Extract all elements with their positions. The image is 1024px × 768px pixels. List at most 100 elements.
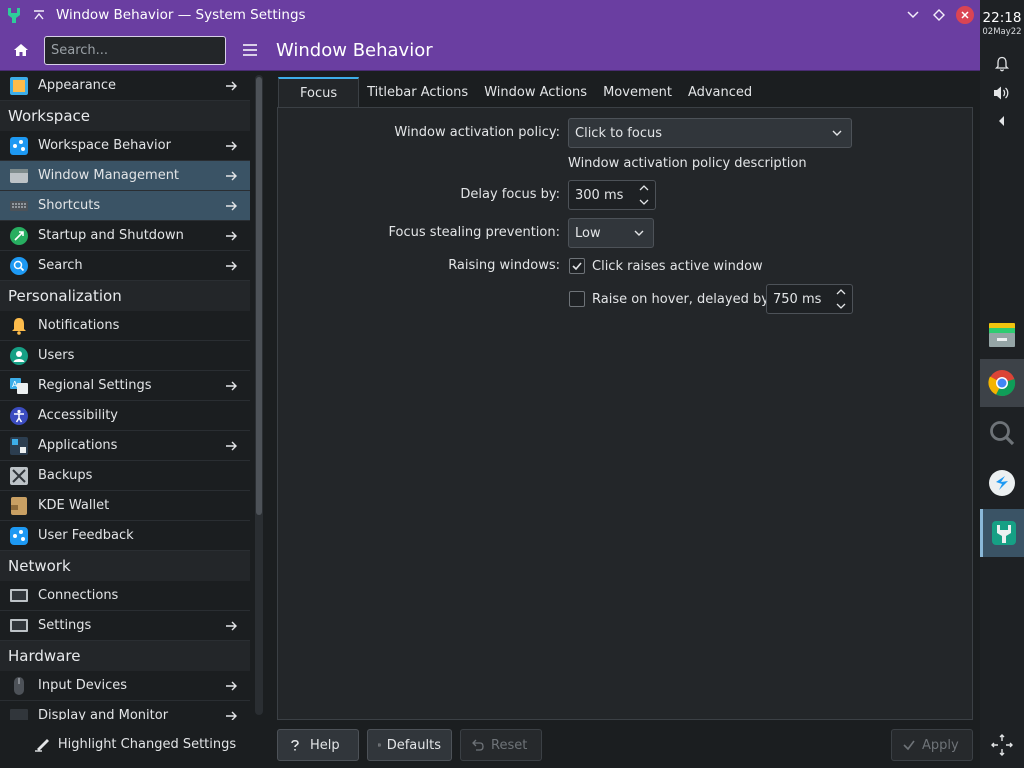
notifications-tray-icon[interactable] bbox=[980, 50, 1024, 78]
sidebar-item-display-monitor[interactable]: Display and Monitor bbox=[0, 701, 250, 720]
sidebar-item-kde-wallet[interactable]: KDE Wallet bbox=[0, 491, 250, 521]
krunner-search-task-icon[interactable] bbox=[980, 409, 1024, 457]
highlighter-icon bbox=[34, 739, 49, 752]
expand-tray-icon[interactable] bbox=[980, 107, 1024, 135]
feedback-icon bbox=[8, 525, 30, 547]
sidebar-item-workspace-behavior[interactable]: Workspace Behavior bbox=[0, 131, 250, 161]
category-network: Network bbox=[0, 551, 250, 581]
sidebar-item-network-settings[interactable]: Settings bbox=[0, 611, 250, 641]
tab-movement[interactable]: Movement bbox=[595, 77, 680, 108]
desktop-panel: 22:18 02May22 bbox=[980, 0, 1024, 768]
system-settings-task-icon[interactable] bbox=[980, 509, 1024, 557]
appearance-icon bbox=[8, 75, 30, 97]
chrome-task-icon[interactable] bbox=[980, 359, 1024, 407]
activation-policy-description: Window activation policy description bbox=[568, 156, 807, 171]
home-button[interactable] bbox=[6, 35, 36, 65]
menu-icon[interactable] bbox=[236, 35, 264, 65]
close-button[interactable] bbox=[956, 6, 974, 24]
tab-advanced[interactable]: Advanced bbox=[680, 77, 760, 108]
search-field[interactable] bbox=[44, 35, 226, 65]
user-icon bbox=[8, 345, 30, 367]
wallet-icon bbox=[8, 495, 30, 517]
spin-arrows-icon[interactable] bbox=[834, 288, 848, 310]
activation-policy-combo[interactable]: Click to focus bbox=[568, 118, 852, 148]
tab-focus[interactable]: Focus bbox=[278, 77, 360, 108]
help-icon bbox=[291, 739, 299, 751]
sidebar-item-shortcuts[interactable]: Shortcuts bbox=[0, 191, 250, 221]
raise-hover-checkbox[interactable] bbox=[569, 291, 585, 307]
volume-tray-icon[interactable] bbox=[980, 79, 1024, 107]
bell-icon bbox=[8, 315, 30, 337]
sidebar-item-regional-settings[interactable]: A Regional Settings bbox=[0, 371, 250, 401]
digital-clock[interactable]: 22:18 02May22 bbox=[980, 10, 1024, 37]
network-settings-icon bbox=[8, 615, 30, 637]
applications-icon bbox=[8, 435, 30, 457]
click-raises-checkbox[interactable] bbox=[569, 258, 585, 274]
sidebar-item-connections[interactable]: Connections bbox=[0, 581, 250, 611]
sidebar-item-applications[interactable]: Applications bbox=[0, 431, 250, 461]
rocket-icon bbox=[8, 225, 30, 247]
apply-button[interactable]: Apply bbox=[891, 729, 973, 761]
category-hardware: Hardware bbox=[0, 641, 250, 671]
svg-text:A: A bbox=[12, 380, 18, 389]
raising-windows-label: Raising windows: bbox=[448, 258, 560, 273]
tab-titlebar-actions[interactable]: Titlebar Actions bbox=[359, 77, 476, 108]
undo-icon bbox=[472, 739, 484, 751]
sidebar-item-startup-shutdown[interactable]: Startup and Shutdown bbox=[0, 221, 250, 251]
sidebar-item-window-management[interactable]: Window Management bbox=[0, 161, 250, 191]
delay-focus-spinbox[interactable]: 300 ms bbox=[568, 180, 656, 210]
search-icon bbox=[8, 255, 30, 277]
tab-bar: Focus Titlebar Actions Window Actions Mo… bbox=[278, 77, 760, 108]
spin-arrows-icon[interactable] bbox=[637, 184, 651, 206]
accessibility-icon bbox=[8, 405, 30, 427]
sidebar-item-user-feedback[interactable]: User Feedback bbox=[0, 521, 250, 551]
activation-policy-label: Window activation policy: bbox=[394, 125, 560, 140]
sidebar-item-backups[interactable]: Backups bbox=[0, 461, 250, 491]
window-titlebar[interactable]: Window Behavior — System Settings bbox=[0, 0, 980, 30]
click-raises-label: Click raises active window bbox=[592, 258, 763, 274]
language-icon: A bbox=[8, 375, 30, 397]
arrow-right-icon bbox=[220, 620, 242, 632]
checkmark-icon bbox=[572, 262, 582, 271]
chevron-down-icon bbox=[832, 130, 842, 136]
sidebar-item-search[interactable]: Search bbox=[0, 251, 250, 281]
files-task-icon[interactable] bbox=[980, 310, 1024, 358]
focus-stealing-combo[interactable]: Low bbox=[568, 218, 654, 248]
help-button[interactable]: Help bbox=[277, 729, 359, 761]
focus-stealing-label: Focus stealing prevention: bbox=[388, 225, 560, 240]
sidebar-item-appearance[interactable]: Appearance bbox=[0, 71, 250, 101]
raise-hover-row[interactable]: Raise on hover, delayed by: bbox=[569, 291, 772, 307]
arrow-right-icon bbox=[220, 230, 242, 242]
sidebar-scrollbar[interactable] bbox=[256, 77, 262, 515]
sidebar-footer: Highlight Changed Settings bbox=[0, 720, 270, 768]
footer-bar: Help Defaults Reset Apply bbox=[270, 720, 980, 768]
highlight-changed-settings-button[interactable]: Highlight Changed Settings bbox=[34, 736, 236, 752]
raise-hover-delay-spinbox[interactable]: 750 ms bbox=[766, 284, 853, 314]
sidebar-item-notifications[interactable]: Notifications bbox=[0, 311, 250, 341]
keep-above-icon[interactable] bbox=[28, 0, 50, 30]
page-header: Window Behavior bbox=[0, 30, 980, 71]
category-personalization: Personalization bbox=[0, 281, 250, 311]
panel-edit-icon[interactable] bbox=[980, 730, 1024, 760]
window-title: Window Behavior — System Settings bbox=[56, 7, 306, 23]
sidebar-item-accessibility[interactable]: Accessibility bbox=[0, 401, 250, 431]
reset-button[interactable]: Reset bbox=[460, 729, 542, 761]
mouse-icon bbox=[8, 675, 30, 697]
defaults-button[interactable]: Defaults bbox=[367, 729, 452, 761]
arrow-right-icon bbox=[220, 200, 242, 212]
tab-window-actions[interactable]: Window Actions bbox=[476, 77, 595, 108]
sidebar-item-users[interactable]: Users bbox=[0, 341, 250, 371]
arrow-right-icon bbox=[220, 440, 242, 452]
window-management-icon bbox=[8, 165, 30, 187]
arrow-right-icon bbox=[220, 80, 242, 92]
maximize-button[interactable] bbox=[926, 0, 952, 30]
sidebar-item-input-devices[interactable]: Input Devices bbox=[0, 671, 250, 701]
arrow-right-icon bbox=[220, 710, 242, 721]
minimize-button[interactable] bbox=[900, 0, 926, 30]
discover-task-icon[interactable] bbox=[980, 459, 1024, 507]
backup-icon bbox=[8, 465, 30, 487]
click-raises-row[interactable]: Click raises active window bbox=[569, 258, 763, 274]
search-input[interactable] bbox=[51, 42, 225, 58]
network-icon bbox=[8, 585, 30, 607]
focus-panel: Window activation policy: Click to focus… bbox=[277, 107, 973, 720]
